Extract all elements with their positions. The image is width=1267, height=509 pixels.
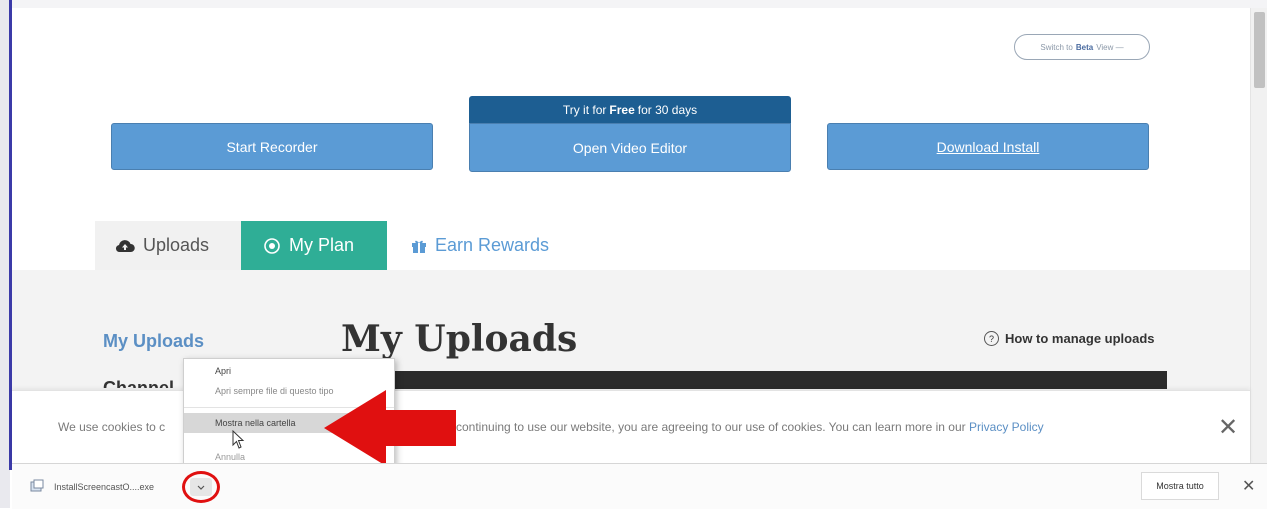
close-shelf-icon[interactable]: ✕ bbox=[1242, 476, 1255, 496]
start-recorder-button[interactable]: Start Recorder bbox=[111, 123, 433, 170]
cookie-text-start: We use cookies to c bbox=[58, 420, 166, 434]
uploads-table-header bbox=[393, 371, 1167, 389]
help-link-label: How to manage uploads bbox=[1005, 331, 1155, 346]
tab-bar: Uploads My Plan Earn Rewards bbox=[95, 221, 549, 270]
sidebar-item-my-uploads[interactable]: My Uploads bbox=[103, 331, 204, 352]
beta-view-toggle[interactable]: Switch to Beta View — bbox=[1014, 34, 1150, 60]
red-arrow-pointer-icon bbox=[324, 390, 456, 466]
download-file-name[interactable]: InstallScreencastO....exe bbox=[54, 482, 154, 492]
gift-icon bbox=[412, 240, 426, 253]
trial-prefix: Try it for bbox=[562, 102, 607, 117]
beta-toggle-suffix: View — bbox=[1096, 42, 1124, 52]
chevron-down-icon bbox=[190, 478, 212, 496]
window-top-edge bbox=[0, 0, 1267, 8]
mouse-cursor-icon bbox=[232, 430, 245, 449]
help-icon: ? bbox=[984, 331, 999, 346]
page-title: My Uploads bbox=[341, 318, 578, 360]
beta-toggle-prefix: Switch to bbox=[1040, 42, 1073, 52]
scrollbar-thumb[interactable] bbox=[1254, 12, 1265, 88]
trial-bold: Free bbox=[609, 102, 635, 117]
cookie-text-end: continuing to use our website, you are a… bbox=[456, 420, 1044, 434]
sidebar-item-channel[interactable]: Channel bbox=[103, 378, 183, 388]
cookie-text-body: continuing to use our website, you are a… bbox=[456, 420, 966, 434]
tab-uploads[interactable]: Uploads bbox=[95, 221, 241, 270]
privacy-policy-link[interactable]: Privacy Policy bbox=[969, 420, 1044, 434]
trial-suffix: for 30 days bbox=[637, 102, 698, 117]
open-video-editor-button[interactable]: Open Video Editor bbox=[469, 123, 791, 172]
tab-my-plan[interactable]: My Plan bbox=[241, 221, 387, 270]
download-install-button[interactable]: Download Install bbox=[827, 123, 1149, 170]
show-all-downloads-button[interactable]: Mostra tutto bbox=[1141, 472, 1219, 500]
download-options-button[interactable] bbox=[182, 471, 220, 503]
beta-toggle-bold: Beta bbox=[1075, 42, 1094, 52]
tab-my-plan-label: My Plan bbox=[289, 235, 355, 255]
close-icon[interactable]: ✕ bbox=[1218, 413, 1238, 442]
tab-earn-rewards[interactable]: Earn Rewards bbox=[387, 221, 549, 270]
page-scrollbar[interactable] bbox=[1250, 8, 1267, 463]
cloud-upload-icon bbox=[115, 239, 135, 252]
target-icon bbox=[264, 237, 280, 254]
tab-earn-rewards-label: Earn Rewards bbox=[435, 235, 550, 255]
download-shelf: InstallScreencastO....exe Mostra tutto ✕ bbox=[12, 463, 1267, 509]
installer-file-icon bbox=[30, 479, 44, 492]
free-trial-banner: Try it for Free for 30 days bbox=[469, 96, 791, 123]
menu-item-open[interactable]: Apri bbox=[184, 361, 394, 381]
how-to-manage-uploads-link[interactable]: ? How to manage uploads bbox=[984, 331, 1155, 346]
tab-uploads-label: Uploads bbox=[143, 235, 210, 255]
